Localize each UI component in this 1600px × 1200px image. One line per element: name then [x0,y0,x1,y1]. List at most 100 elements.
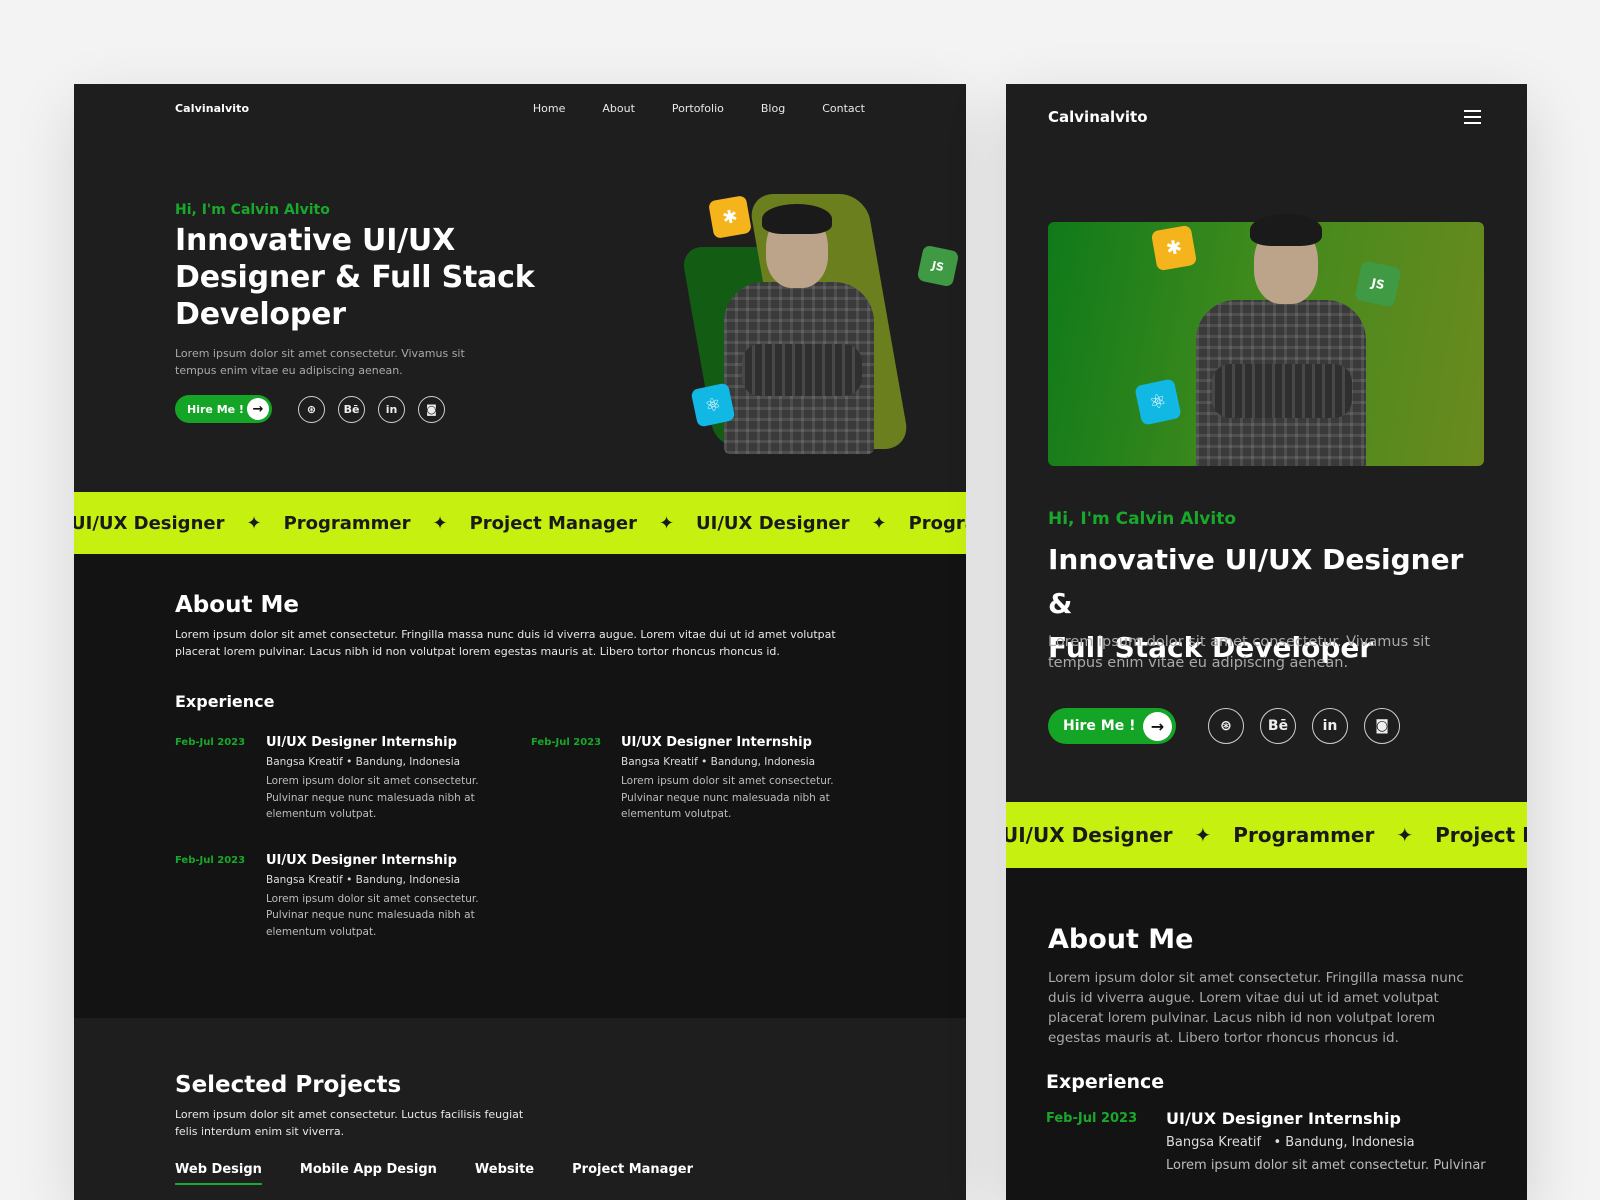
marquee-item: Project Manager [469,512,637,534]
nav-about[interactable]: About [602,102,635,115]
nav-blog[interactable]: Blog [761,102,785,115]
project-tabs: Web Design Mobile App Design Website Pro… [175,1162,693,1185]
brand-logo[interactable]: Calvinalvito [1048,108,1148,126]
marquee-item: UI/UX Designer [74,512,225,534]
skills-marquee: UI/UX Designer ✦ Programmer ✦ Project Ma… [1006,802,1527,868]
behance-icon[interactable]: Bē [1260,708,1296,744]
mobile-preview: Calvinalvito ✱ JS ⚛ Hi, I'm Calvin Alvit… [1006,84,1527,1200]
react-icon: ⚛ [1134,378,1182,426]
projects-text: Lorem ipsum dolor sit amet consectetur. … [175,1108,524,1138]
brand-logo[interactable]: Calvinalvito [175,102,249,115]
experience-list: Feb-Jul 2023 UI/UX Designer Internship B… [175,735,855,940]
experience-date: Feb-Jul 2023 [1046,1111,1138,1126]
arrow-right-icon: → [1143,711,1172,741]
experience-date: Feb-Jul 2023 [531,737,602,748]
experience-desc: Lorem ipsum dolor sit amet consectetur. … [1166,1158,1486,1173]
instagram-icon[interactable]: ◙ [418,395,445,423]
hero-title-line: Developer [175,297,346,332]
star-icon: ✦ [658,512,675,534]
nav-home[interactable]: Home [533,102,565,115]
marquee-item: Programmer [908,512,966,534]
experience-title: UI/UX Designer Internship [1166,1109,1401,1128]
behance-icon[interactable]: Bē [338,395,365,423]
experience-title: UI/UX Designer Internship [621,735,812,750]
slack-icon: ✱ [707,194,753,240]
hero-subtitle: Lorem ipsum dolor sit amet consectetur. … [1048,634,1431,671]
hero-title: Innovative UI/UX Designer & Full Stack D… [175,222,535,333]
tab-website[interactable]: Website [475,1162,534,1185]
star-icon: ✦ [432,512,448,534]
star-icon: ✦ [246,512,262,534]
hero-greeting: Hi, I'm Calvin Alvito [1048,509,1236,529]
portrait [1178,204,1378,466]
arrow-right-icon: → [247,398,269,420]
hire-me-button[interactable]: Hire Me ! → [1048,708,1176,744]
hero-actions: Hire Me ! → ⊛ Bē in ◙ [175,395,445,423]
about-text: Lorem ipsum dolor sit amet consectetur. … [175,628,836,658]
social-links: ⊛ Bē in ◙ [1208,708,1400,744]
slack-icon: ✱ [1150,224,1198,272]
experience-item: Feb-Jul 2023 UI/UX Designer Internship B… [1046,1109,1496,1175]
tab-mobile-app-design[interactable]: Mobile App Design [300,1162,437,1185]
marquee-item: UI/UX Designer [696,512,850,534]
experience-date: Feb-Jul 2023 [175,737,246,748]
experience-place: Bangsa Kreatif • Bandung, Indonesia [266,873,461,886]
hero-photo: ✱ JS ⚛ [622,184,960,454]
star-icon: ✦ [1194,823,1212,847]
tab-web-design[interactable]: Web Design [175,1162,262,1185]
experience-desc: Lorem ipsum dolor sit amet consectetur. … [621,775,834,820]
experience-desc: Lorem ipsum dolor sit amet consectetur. … [266,892,479,938]
hamburger-menu-icon[interactable] [1464,110,1481,124]
desktop-preview: Calvinalvito Home About Portofolio Blog … [74,84,966,1200]
hero-title-line: Innovative UI/UX [175,223,456,258]
about-heading: About Me [175,592,299,618]
dribbble-icon[interactable]: ⊛ [298,395,325,423]
hero-subtitle: Lorem ipsum dolor sit amet consectetur. … [175,347,465,377]
hire-me-label: Hire Me ! [187,402,244,416]
skills-marquee: UI/UX Designer ✦ Programmer ✦ Project Ma… [74,492,966,554]
react-icon: ⚛ [690,382,736,428]
star-icon: ✦ [1396,823,1414,847]
tab-project-manager[interactable]: Project Manager [572,1162,693,1185]
marquee-item: Programmer [283,512,411,534]
instagram-icon[interactable]: ◙ [1364,708,1400,744]
marquee-item: UI/UX Designer [1006,823,1173,847]
hire-me-button[interactable]: Hire Me ! → [175,395,272,423]
nodejs-icon: JS [916,244,960,288]
experience-heading: Experience [175,692,275,711]
star-icon: ✦ [871,512,887,534]
nav-menu: Home About Portofolio Blog Contact [533,102,865,115]
experience-desc: Lorem ipsum dolor sit amet consectetur. … [266,775,479,820]
about-text: Lorem ipsum dolor sit amet consectetur. … [1048,970,1464,1046]
about-heading: About Me [1048,924,1194,955]
experience-item: Feb-Jul 2023 UI/UX Designer Internship B… [531,735,851,823]
nav-portfolio[interactable]: Portofolio [672,102,724,115]
experience-heading: Experience [1046,1071,1165,1093]
hero-greeting: Hi, I'm Calvin Alvito [175,202,330,218]
linkedin-icon[interactable]: in [1312,708,1348,744]
desktop-navbar: Calvinalvito Home About Portofolio Blog … [175,84,865,132]
projects-heading: Selected Projects [175,1072,402,1098]
hero-text: Hi, I'm Calvin Alvito Innovative UI/UX D… [175,202,535,379]
experience-item: Feb-Jul 2023 UI/UX Designer Internship B… [175,735,531,823]
experience-title: UI/UX Designer Internship [266,735,457,750]
hero-title-line: Innovative UI/UX Designer & [1048,543,1464,620]
social-links: ⊛ Bē in ◙ [298,395,445,423]
marquee-item: Project Manager [1435,823,1527,847]
linkedin-icon[interactable]: in [378,395,405,423]
hero-actions: Hire Me ! → ⊛ Bē in ◙ [1048,708,1400,744]
experience-item: Feb-Jul 2023 UI/UX Designer Internship B… [175,853,531,941]
experience-place: Bangsa Kreatif • Bandung, Indonesia [266,756,461,768]
experience-place: Bangsa Kreatif • Bandung, Indonesia [621,756,816,768]
hero-photo: ✱ JS ⚛ [1048,214,1484,466]
experience-place: Bangsa Kreatif • Bandung, Indonesia [1166,1135,1415,1150]
about-section: About Me Lorem ipsum dolor sit amet cons… [74,554,966,1018]
experience-date: Feb-Jul 2023 [175,854,246,866]
marquee-item: Programmer [1233,823,1375,847]
hire-me-label: Hire Me ! [1063,718,1136,734]
about-section: About Me Lorem ipsum dolor sit amet cons… [1006,868,1527,1200]
nav-contact[interactable]: Contact [822,102,865,115]
dribbble-icon[interactable]: ⊛ [1208,708,1244,744]
hero-title-line: Designer & Full Stack [175,260,535,295]
nodejs-icon: JS [1354,260,1402,308]
